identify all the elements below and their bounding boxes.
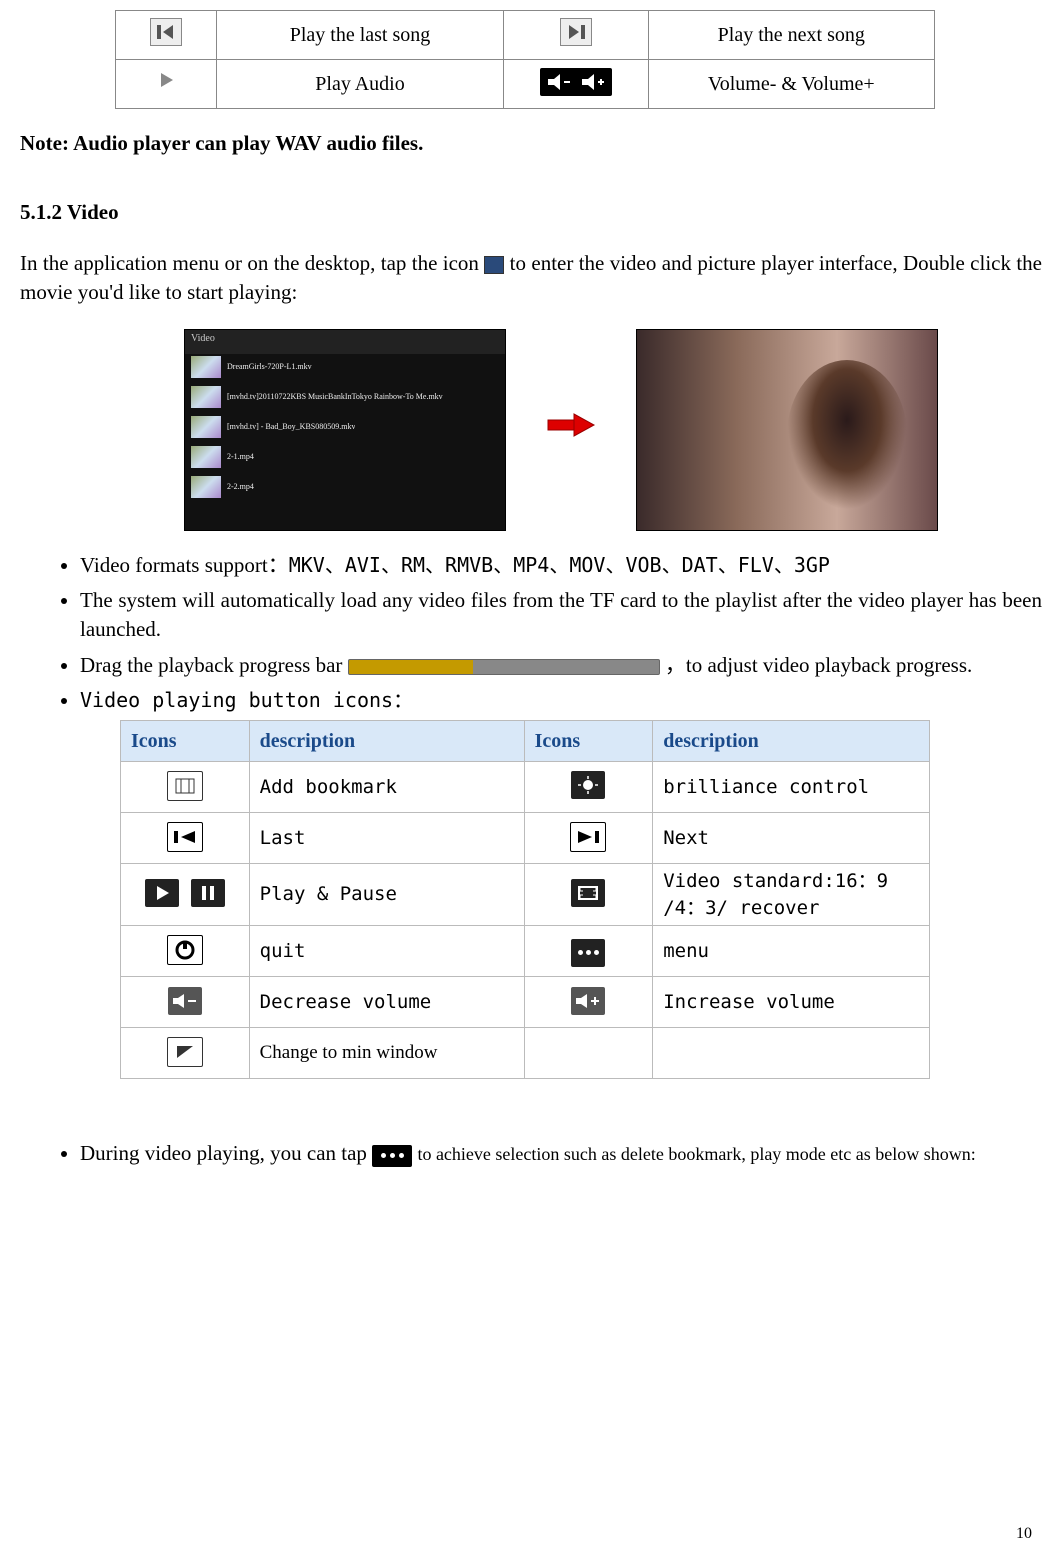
- screenshot-title: Video: [191, 332, 215, 346]
- play-audio-desc: Play Audio: [217, 60, 503, 109]
- video-icons-table: Icons description Icons description Add …: [120, 720, 930, 1079]
- file-name: [mvhd.tv]20110722KBS MusicBankInTokyo Ra…: [227, 391, 443, 402]
- volume-desc: Volume- & Volume+: [648, 60, 934, 109]
- skip-next-icon: [560, 18, 592, 46]
- skip-previous-icon: [150, 18, 182, 46]
- pause-icon: [191, 879, 225, 907]
- desc: menu: [653, 926, 930, 977]
- file-name: 2-2.mp4: [227, 481, 254, 492]
- min-window-icon: [167, 1037, 203, 1067]
- desc: Last: [249, 813, 524, 864]
- during-b: to achieve selection such as delete book…: [417, 1144, 975, 1164]
- during-a: During video playing, you can tap: [80, 1141, 372, 1165]
- formats-list: MKV、AVI、RM、RMVB、MP4、MOV、VOB、DAT、FLV、3GP: [289, 553, 830, 577]
- video-intro: In the application menu or on the deskto…: [20, 249, 1042, 308]
- desc: Increase volume: [653, 977, 930, 1028]
- desc: Add bookmark: [249, 762, 524, 813]
- volume-icons-cell: [503, 60, 648, 109]
- bullet-formats: Video formats support：MKV、AVI、RM、RMVB、MP…: [80, 551, 1042, 580]
- empty-icon-cell: [524, 1028, 653, 1079]
- desc: quit: [249, 926, 524, 977]
- desc: Change to min window: [249, 1028, 524, 1079]
- volume-up-icon: [571, 987, 605, 1015]
- next-song-icon-cell: [503, 11, 648, 60]
- prev-song-icon-cell: [116, 11, 217, 60]
- volume-controls-icon: [540, 68, 612, 96]
- aspect-ratio-icon: [571, 879, 605, 907]
- next-song-desc: Play the next song: [648, 11, 934, 60]
- red-arrow-icon: [546, 410, 596, 448]
- desc: brilliance control: [653, 762, 930, 813]
- desc: Next: [653, 813, 930, 864]
- video-intro-b: to enter the video and picture player in…: [510, 251, 903, 275]
- progress-bar-icon: [348, 659, 660, 675]
- last-icon: [167, 822, 203, 852]
- file-name: 2-1.mp4: [227, 451, 254, 462]
- screenshot-video-playing: [636, 329, 938, 531]
- formats-label: Video formats support：: [80, 553, 289, 577]
- audio-note: Note: Audio player can play WAV audio fi…: [20, 129, 1042, 158]
- play-audio-icon-cell: [116, 60, 217, 109]
- empty-desc-cell: [653, 1028, 930, 1079]
- screenshots-row: Video DreamGirls-720P-L1.mkv [mvhd.tv]20…: [80, 329, 1042, 531]
- page-number: 10: [1016, 1523, 1032, 1545]
- menu-icon: [571, 939, 605, 967]
- during-bullets: During video playing, you can tap to ach…: [20, 1139, 1042, 1168]
- file-name: DreamGirls-720P-L1.mkv: [227, 361, 312, 372]
- menu-icon: [372, 1145, 412, 1167]
- play-icon: [145, 879, 179, 907]
- th-desc2: description: [653, 721, 930, 762]
- th-icons: Icons: [121, 721, 250, 762]
- desc: Play & Pause: [249, 864, 524, 926]
- file-name: [mvhd.tv] - Bad_Boy_KBS080509.mkv: [227, 421, 355, 432]
- play-icon: [151, 67, 181, 93]
- brilliance-icon: [571, 771, 605, 799]
- volume-down-icon: [168, 987, 202, 1015]
- prev-song-desc: Play the last song: [217, 11, 503, 60]
- video-heading: 5.1.2 Video: [20, 198, 1042, 227]
- audio-icons-table: Play the last song Play the next song Pl…: [115, 10, 935, 109]
- desc: Decrease volume: [249, 977, 524, 1028]
- desc: Video standard:16：9 /4：3/ recover: [653, 864, 930, 926]
- bullet-auto-load: The system will automatically load any v…: [80, 586, 1042, 645]
- video-intro-a: In the application menu or on the deskto…: [20, 251, 484, 275]
- quit-icon: [167, 935, 203, 965]
- next-icon: [570, 822, 606, 852]
- th-desc: description: [249, 721, 524, 762]
- video-app-icon: [484, 256, 504, 274]
- video-bullets: Video formats support：MKV、AVI、RM、RMVB、MP…: [20, 551, 1042, 715]
- bullet-drag: Drag the playback progress bar ，to adjus…: [80, 651, 1042, 680]
- screenshot-video-list: Video DreamGirls-720P-L1.mkv [mvhd.tv]20…: [184, 329, 506, 531]
- bullet-icons-intro: Video playing button icons：: [80, 686, 1042, 714]
- bullet-during: During video playing, you can tap to ach…: [80, 1139, 1042, 1168]
- bookmark-icon: [167, 771, 203, 801]
- drag-b: ，to adjust video playback progress.: [665, 653, 972, 677]
- drag-a: Drag the playback progress bar: [80, 653, 348, 677]
- th-icons2: Icons: [524, 721, 653, 762]
